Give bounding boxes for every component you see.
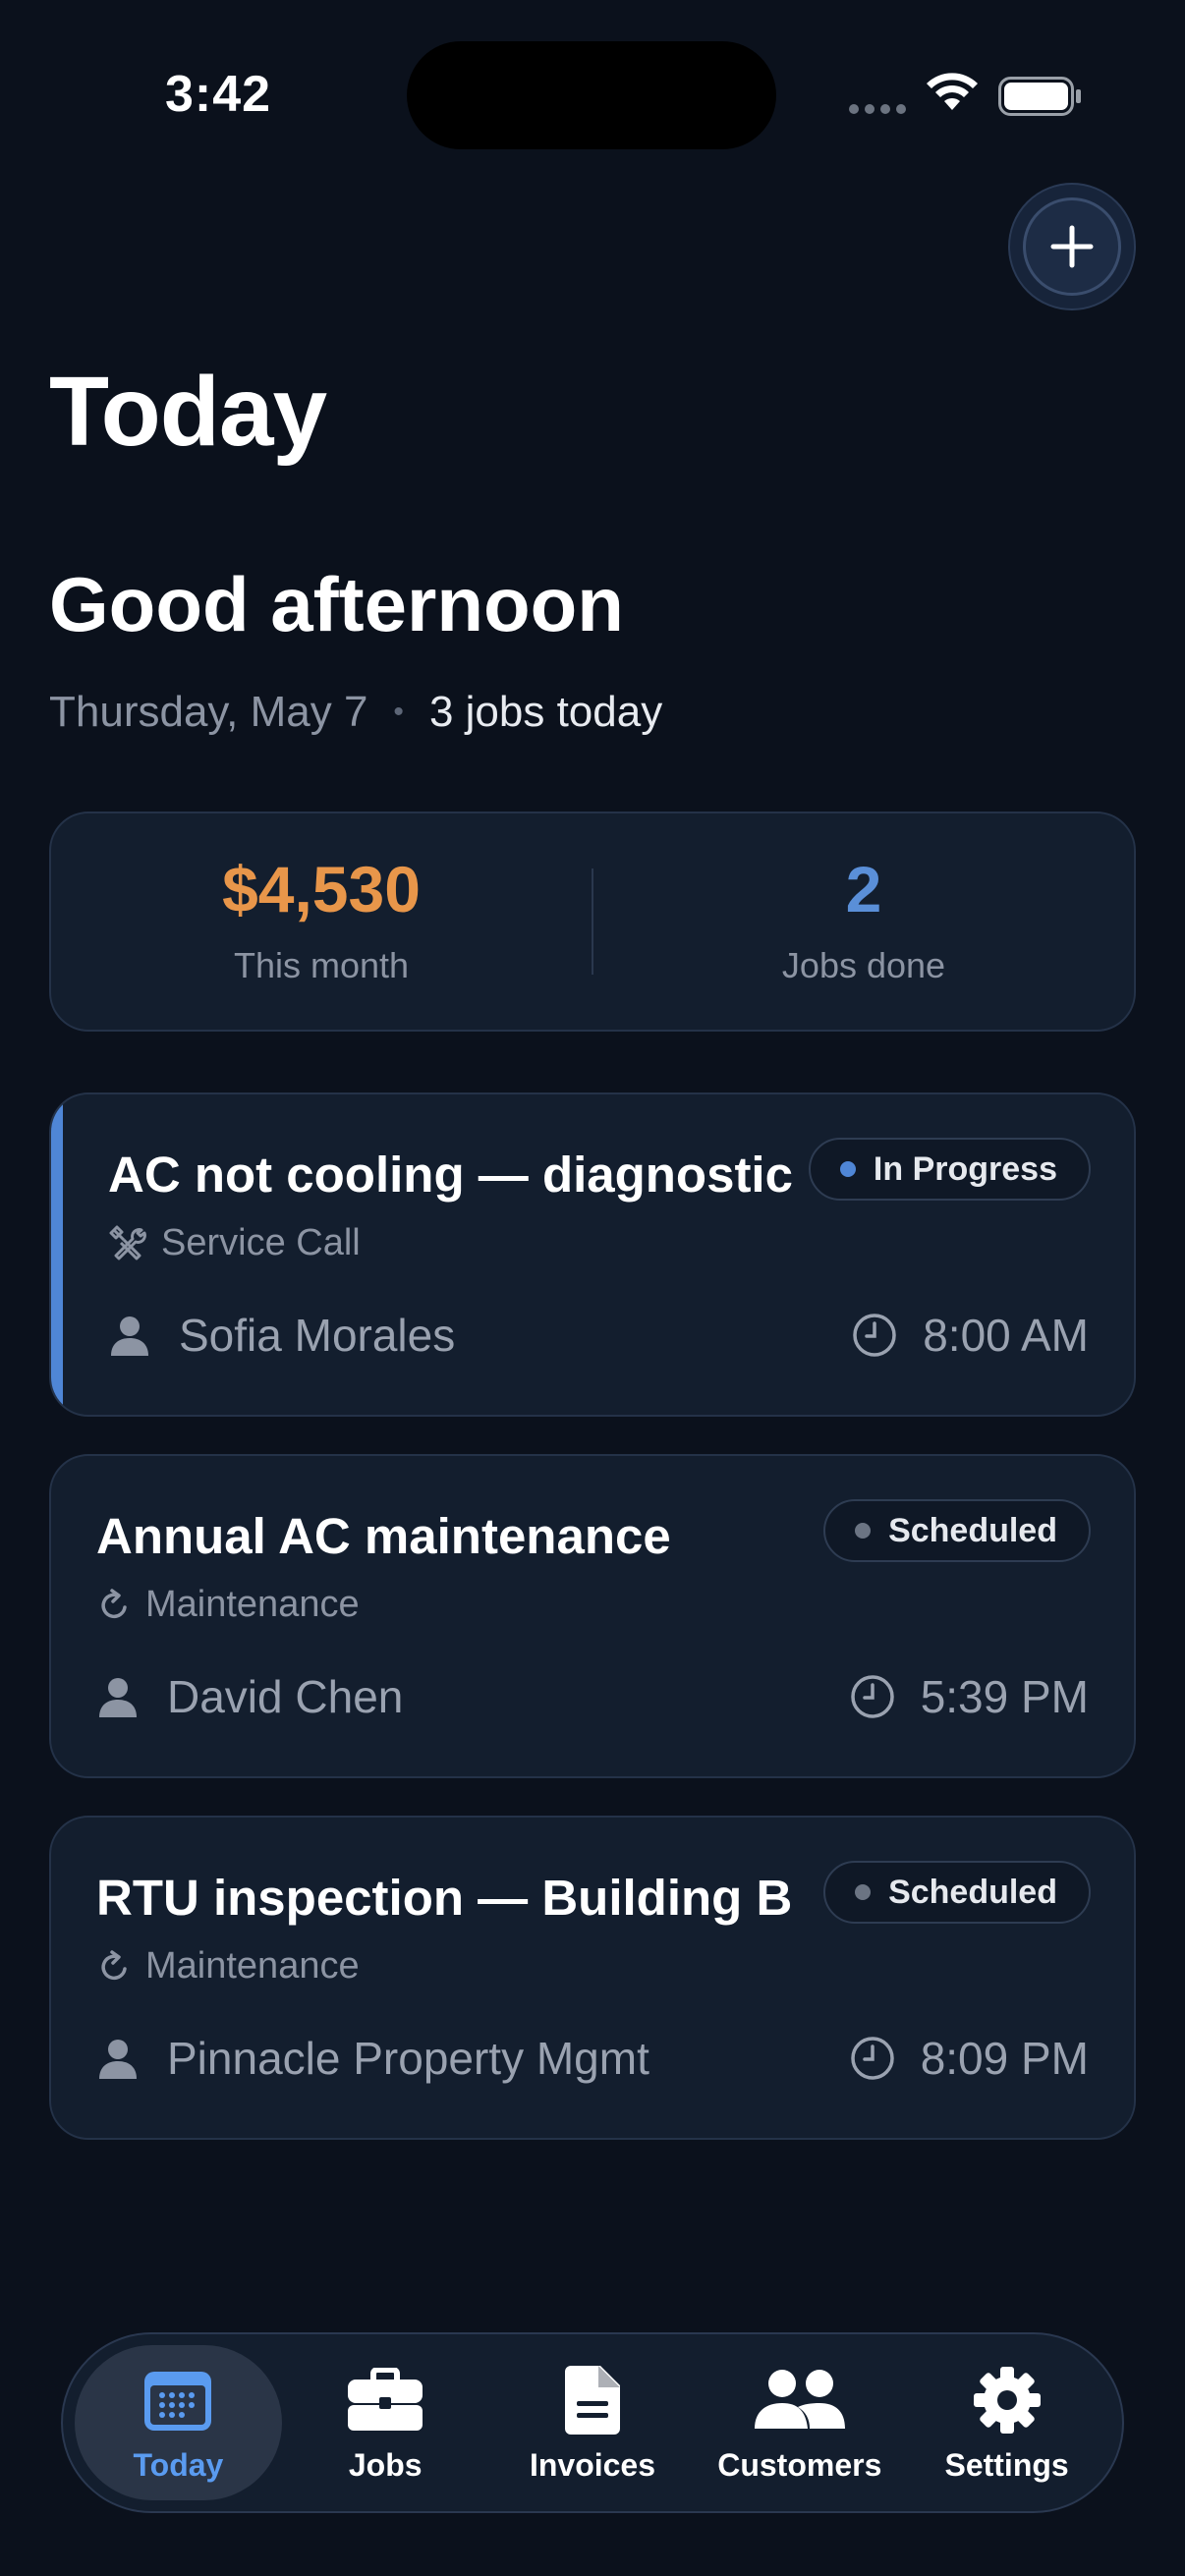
job-time-text: 8:09 PM <box>920 2033 1089 2084</box>
status-badge: Scheduled <box>823 1499 1091 1562</box>
person-icon <box>99 2040 137 2079</box>
job-type: Service Call <box>108 1222 361 1264</box>
battery-icon <box>998 77 1081 116</box>
revenue-label: This month <box>233 945 410 985</box>
jobs-count-text: 3 jobs today <box>428 688 663 736</box>
tab-label: Jobs <box>348 2446 423 2483</box>
job-type-label: Maintenance <box>145 1945 360 1987</box>
jobs-done-label: Jobs done <box>781 945 946 985</box>
status-time: 3:42 <box>165 66 272 123</box>
tab-label: Today <box>133 2446 224 2483</box>
briefcase-icon <box>348 2367 423 2431</box>
stats-card: $4,530 This month 2 Jobs done <box>49 812 1136 1032</box>
tab-settings[interactable]: Settings <box>903 2345 1110 2500</box>
clock-icon <box>850 2037 894 2080</box>
add-job-button[interactable] <box>1008 183 1136 310</box>
job-time: 5:39 PM <box>850 1670 1089 1723</box>
job-card[interactable]: Annual AC maintenance Scheduled Maintena… <box>49 1454 1136 1778</box>
clock-icon <box>850 1675 894 1718</box>
jobs-done-stat: 2 Jobs done <box>593 813 1134 1030</box>
customer-name: Sofia Morales <box>179 1310 456 1361</box>
revenue-value: $4,530 <box>222 853 421 925</box>
dynamic-island <box>407 41 776 149</box>
date-summary: Thursday, May 7 • 3 jobs today <box>49 688 662 737</box>
tab-invoices[interactable]: Invoices <box>489 2345 697 2500</box>
job-customer: Sofia Morales <box>108 1309 455 1362</box>
job-card[interactable]: AC not cooling — diagnostic In Progress … <box>49 1092 1136 1417</box>
job-title: AC not cooling — diagnostic <box>108 1147 793 1203</box>
date-text: Thursday, May 7 <box>49 688 368 736</box>
job-time-text: 5:39 PM <box>920 1671 1089 1722</box>
tab-bar: Today Jobs Invoices Customers Settings <box>61 2332 1124 2513</box>
people-icon <box>754 2369 845 2429</box>
document-icon <box>564 2365 620 2435</box>
tab-label: Invoices <box>529 2446 656 2483</box>
tools-icon <box>109 1225 146 1260</box>
job-time: 8:00 AM <box>852 1309 1089 1362</box>
clock-icon <box>853 1314 896 1357</box>
today-screen: 3:42 Today Good afternoon Thursday, May … <box>0 0 1185 2576</box>
job-time-text: 8:00 AM <box>923 1310 1089 1361</box>
job-type: Maintenance <box>96 1945 360 1988</box>
customer-name: David Chen <box>167 1671 404 1722</box>
refresh-icon <box>101 1949 127 1980</box>
status-label: Scheduled <box>888 1873 1057 1911</box>
job-type-label: Service Call <box>161 1222 361 1263</box>
person-icon <box>111 1316 148 1356</box>
status-label: In Progress <box>873 1149 1057 1188</box>
status-dot <box>855 1523 872 1539</box>
active-job-accent <box>51 1094 63 1415</box>
separator-dot: • <box>393 696 404 728</box>
tab-jobs[interactable]: Jobs <box>282 2345 489 2500</box>
tab-customers[interactable]: Customers <box>696 2345 903 2500</box>
calendar-icon <box>144 2371 212 2431</box>
refresh-icon <box>101 1588 127 1618</box>
status-badge: In Progress <box>808 1138 1091 1201</box>
plus-icon <box>1050 225 1094 268</box>
status-dot <box>839 1161 856 1177</box>
job-type-label: Maintenance <box>145 1584 360 1625</box>
job-customer: Pinnacle Property Mgmt <box>96 2032 649 2085</box>
tab-label: Settings <box>944 2446 1069 2483</box>
customer-name: Pinnacle Property Mgmt <box>167 2033 649 2084</box>
job-card[interactable]: RTU inspection — Building B Scheduled Ma… <box>49 1816 1136 2140</box>
status-badge: Scheduled <box>823 1861 1091 1924</box>
job-customer: David Chen <box>96 1670 403 1723</box>
job-time: 8:09 PM <box>850 2032 1089 2085</box>
gear-icon <box>973 2366 1041 2434</box>
tab-label: Customers <box>717 2446 882 2483</box>
greeting-text: Good afternoon <box>49 561 624 647</box>
cellular-signal-icon <box>849 104 906 114</box>
tab-today[interactable]: Today <box>75 2345 282 2500</box>
page-title: Today <box>49 357 327 467</box>
wifi-icon <box>927 73 978 110</box>
revenue-stat: $4,530 This month <box>51 813 592 1030</box>
status-label: Scheduled <box>888 1511 1057 1549</box>
job-type: Maintenance <box>96 1584 360 1626</box>
job-title: RTU inspection — Building B <box>96 1870 793 1926</box>
job-title: Annual AC maintenance <box>96 1508 671 1564</box>
status-dot <box>855 1884 872 1900</box>
person-icon <box>99 1678 137 1717</box>
jobs-done-value: 2 <box>845 853 882 925</box>
